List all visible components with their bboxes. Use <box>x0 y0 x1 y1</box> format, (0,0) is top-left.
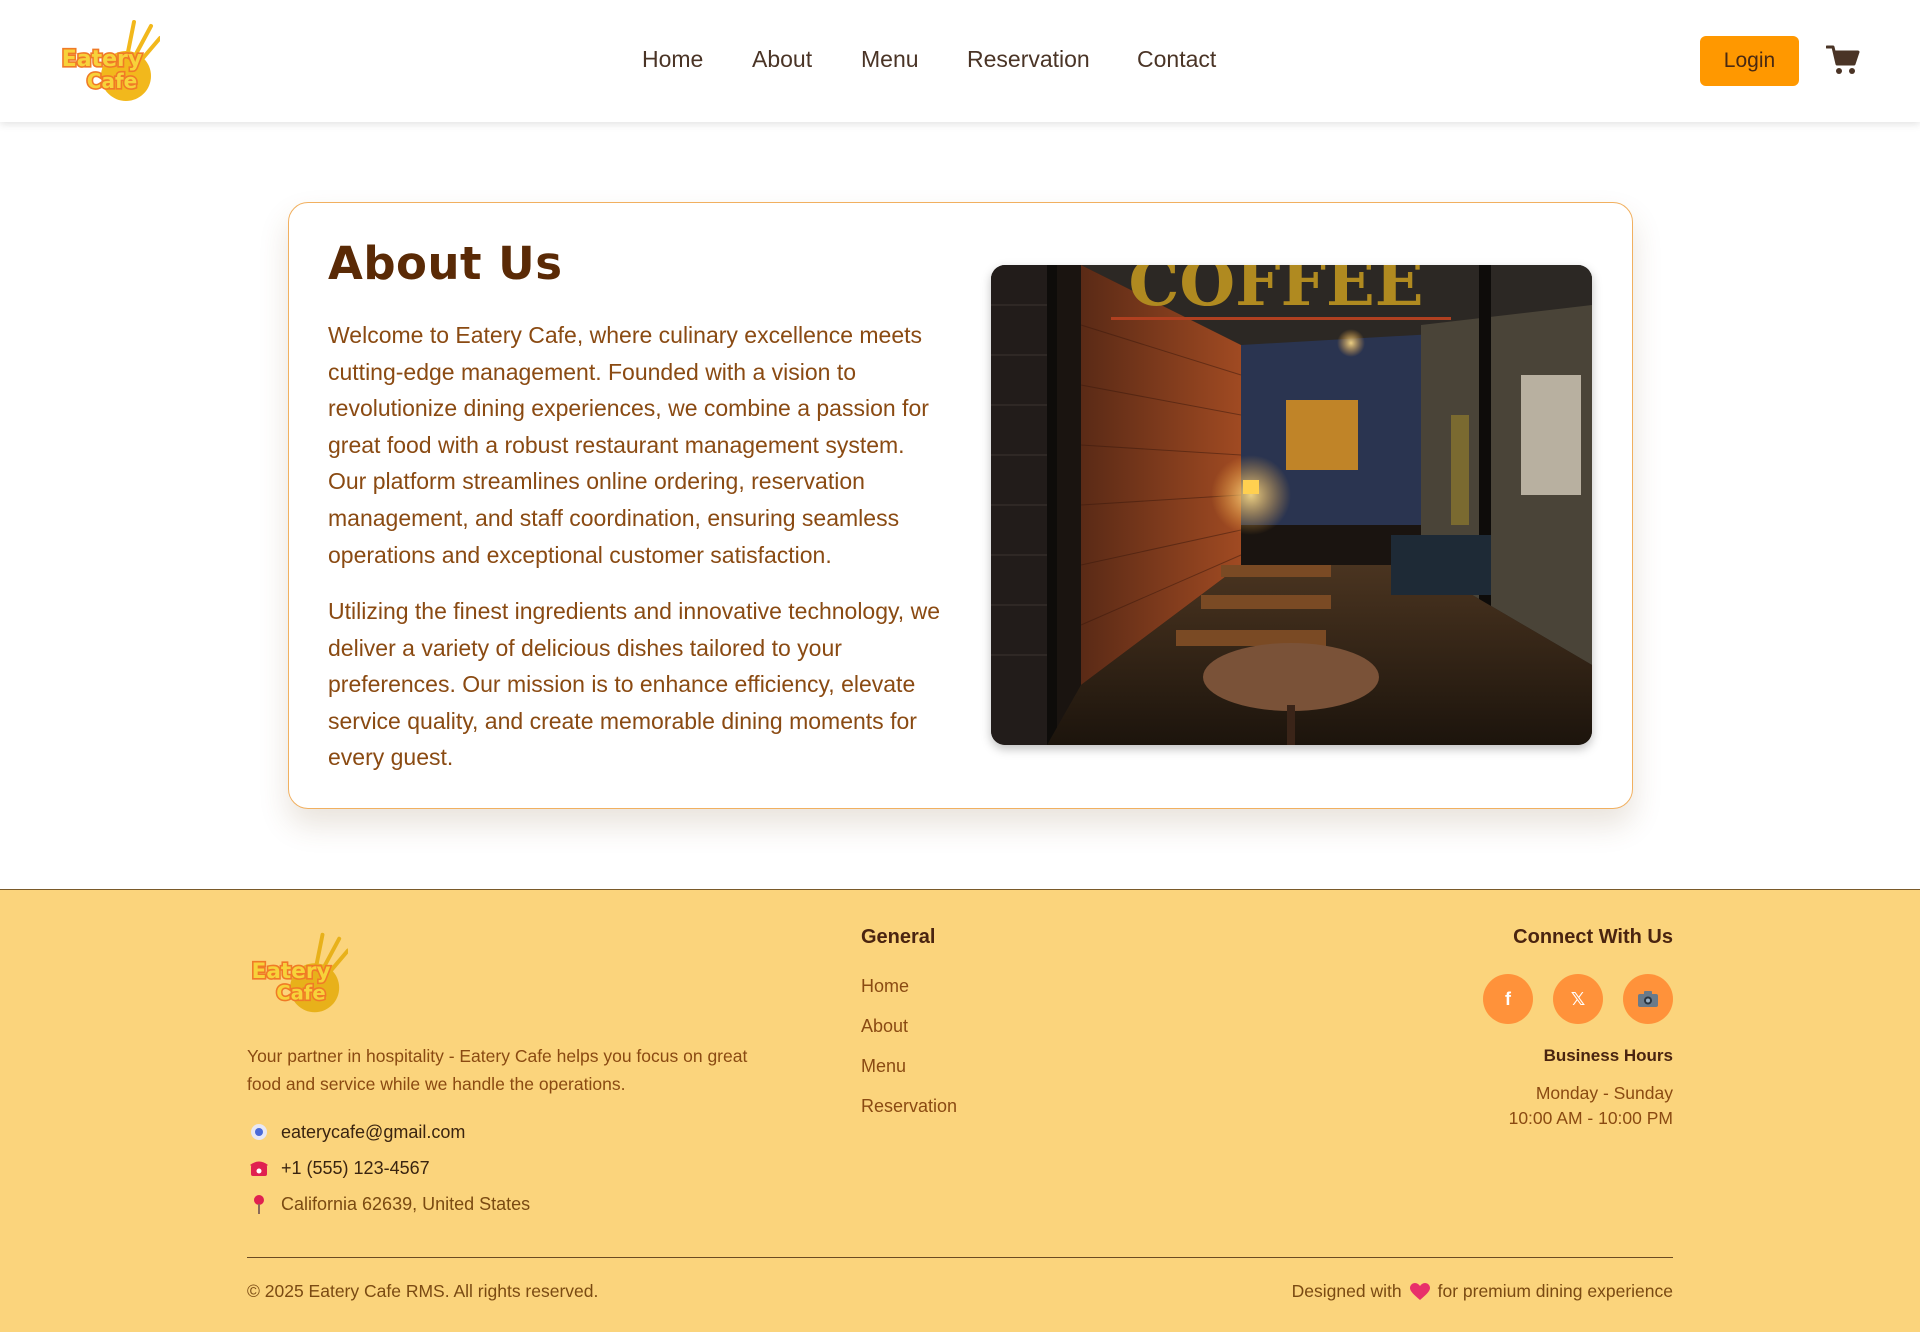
business-hours-time: 10:00 AM - 10:00 PM <box>1508 1108 1673 1128</box>
contact-location-text: California 62639, United States <box>281 1193 531 1214</box>
cafe-interior-photo: COFFEE <box>991 265 1592 745</box>
contact-location: California 62639, United States <box>247 1191 530 1217</box>
footer-link-about[interactable]: About <box>861 1016 908 1037</box>
footer-divider <box>247 1257 1673 1258</box>
contact-phone-text: +1 (555) 123-4567 <box>281 1157 430 1178</box>
login-button[interactable]: Login <box>1700 36 1799 86</box>
svg-text:Cafe: Cafe <box>276 981 325 1004</box>
footer-link-reservation[interactable]: Reservation <box>861 1096 957 1117</box>
nav-contact[interactable]: Contact <box>1137 46 1216 73</box>
footer-logo[interactable]: Eatery Cafe <box>246 930 348 1016</box>
site-footer: Eatery Cafe Your partner in hospitality … <box>0 889 1920 1332</box>
about-paragraph-2: Utilizing the finest ingredients and inn… <box>328 598 940 771</box>
business-hours-title: Business Hours <box>1543 1046 1673 1065</box>
nav-home[interactable]: Home <box>642 46 703 73</box>
general-title: General <box>861 926 936 948</box>
facebook-icon: f <box>1505 988 1511 1009</box>
main-nav: Home About Menu Reservation Contact <box>0 0 1920 122</box>
footer-description: Your partner in hospitality - Eatery Caf… <box>247 1046 748 1094</box>
phone-icon <box>250 1161 268 1176</box>
contact-email[interactable]: eaterycafe@gmail.com <box>247 1119 465 1145</box>
instagram-button[interactable] <box>1623 974 1673 1024</box>
email-icon <box>251 1124 267 1140</box>
contact-phone[interactable]: +1 (555) 123-4567 <box>247 1155 430 1181</box>
camera-icon <box>1638 991 1658 1007</box>
designed-with-text: Designed with for premium dining experie… <box>1292 1281 1673 1302</box>
svg-text:Eatery: Eatery <box>252 959 331 984</box>
about-paragraph-1: Welcome to Eatery Cafe, where culinary e… <box>328 322 929 568</box>
nav-about[interactable]: About <box>752 46 812 73</box>
connect-title: Connect With Us <box>1513 926 1673 948</box>
heart-icon <box>1409 1282 1430 1300</box>
cart-icon[interactable] <box>1826 44 1860 76</box>
site-header: Eatery Cafe Home About Menu Reservation … <box>0 0 1920 122</box>
nav-reservation[interactable]: Reservation <box>967 46 1090 73</box>
designed-prefix: Designed with <box>1291 1281 1402 1301</box>
about-card: About Us Welcome to Eatery Cafe, where c… <box>288 202 1633 809</box>
facebook-button[interactable]: f <box>1483 974 1533 1024</box>
location-pin-icon <box>254 1195 264 1214</box>
svg-text:COFFEE: COFFEE <box>1128 265 1423 321</box>
designed-suffix: for premium dining experience <box>1437 1281 1673 1301</box>
nav-menu[interactable]: Menu <box>861 46 919 73</box>
contact-email-text: eaterycafe@gmail.com <box>281 1121 466 1142</box>
business-hours-days: Monday - Sunday <box>1535 1083 1673 1103</box>
about-title: About Us <box>328 237 563 290</box>
x-icon: 𝕏 <box>1570 988 1586 1009</box>
footer-link-home[interactable]: Home <box>861 976 909 997</box>
x-button[interactable]: 𝕏 <box>1553 974 1603 1024</box>
footer-link-menu[interactable]: Menu <box>861 1056 906 1077</box>
copyright-text: © 2025 Eatery Cafe RMS. All rights reser… <box>247 1281 599 1301</box>
